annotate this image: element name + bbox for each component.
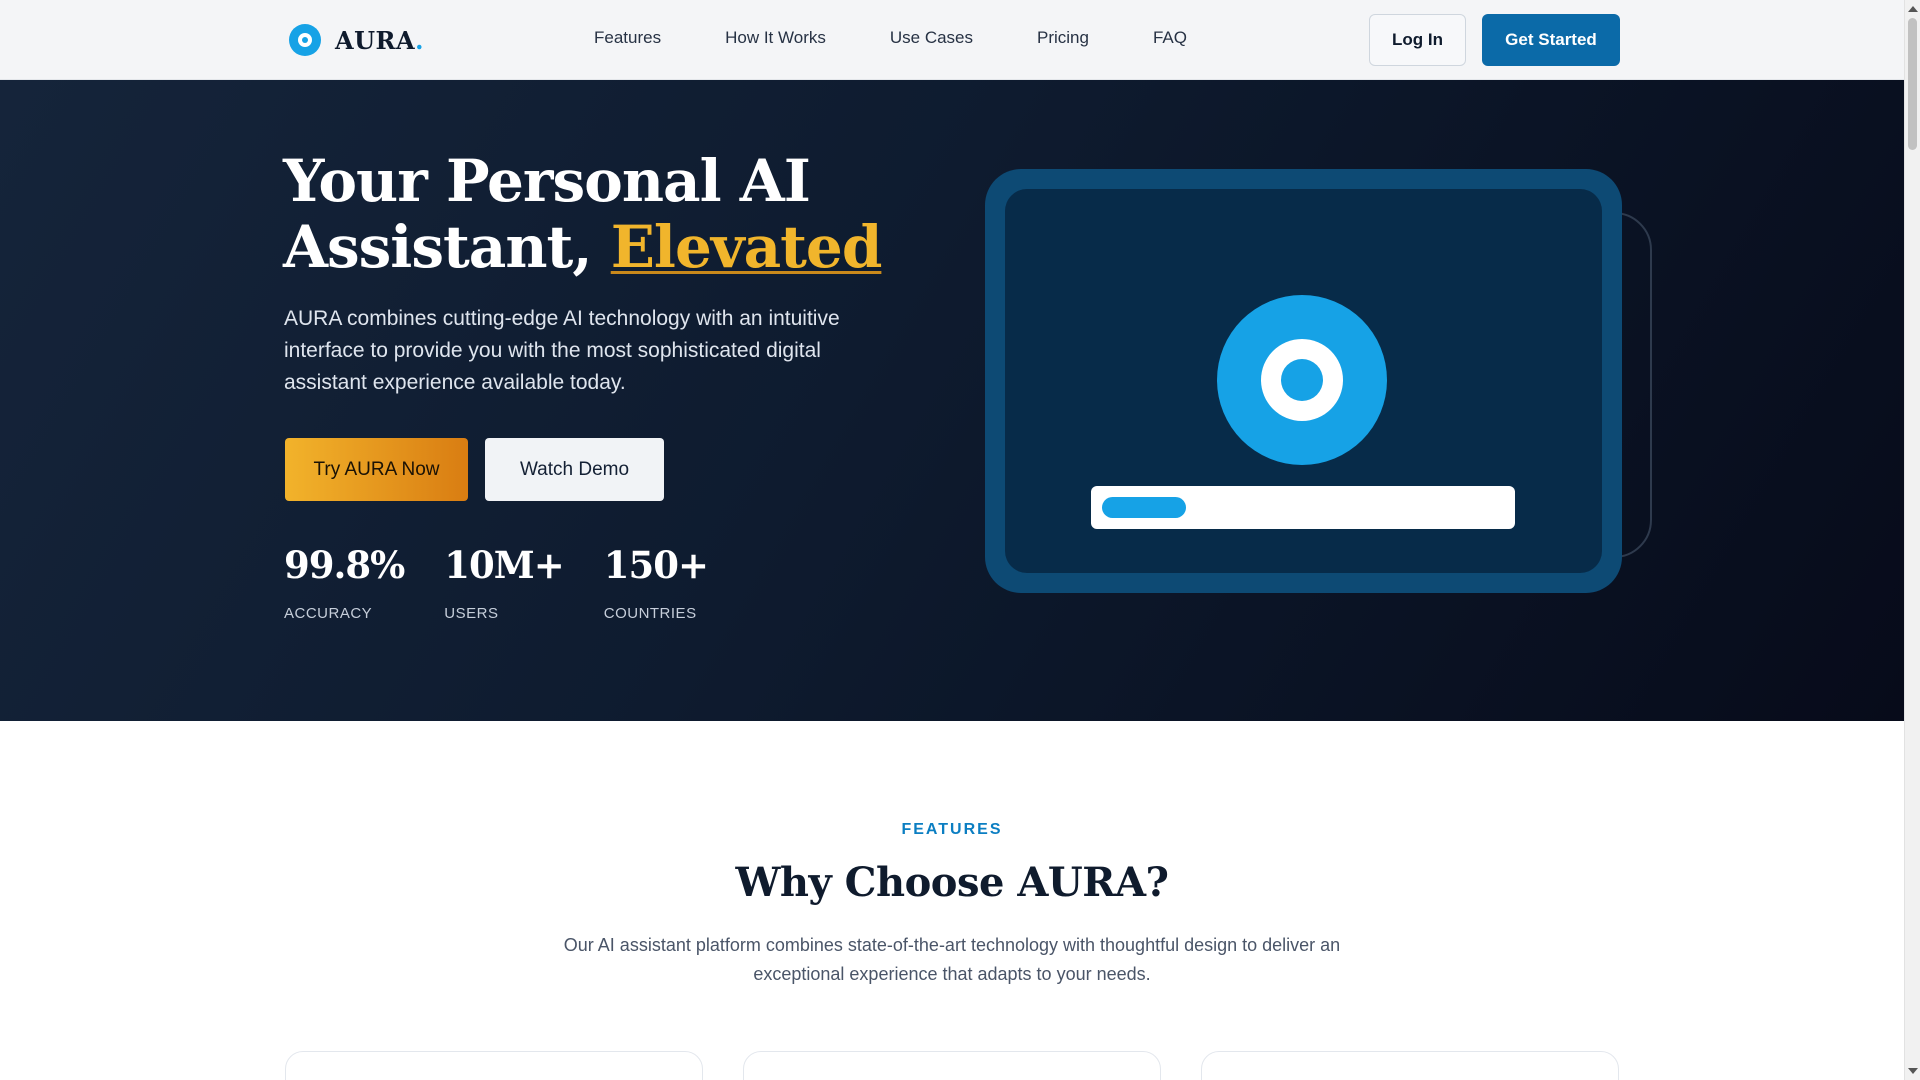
get-started-button[interactable]: Get Started [1482, 14, 1620, 66]
stat-label: ACCURACY [284, 605, 373, 622]
section-eyebrow: FEATURES [901, 821, 1003, 838]
login-button[interactable]: Log In [1369, 14, 1466, 66]
scroll-down-arrow-icon[interactable] [1908, 1068, 1918, 1074]
chat-input-illustration [1091, 486, 1515, 529]
logo-text: AURA. [335, 25, 424, 55]
features-section: FEATURES Why Choose AURA? Our AI assista… [0, 721, 1904, 1080]
hero-title-accent: Elevated [610, 213, 883, 281]
section-title: Why Choose AURA? [735, 859, 1169, 906]
nav-link-use-cases[interactable]: Use Cases [890, 28, 973, 48]
feature-card [743, 1051, 1161, 1080]
hero-description: AURA combines cutting-edge AI technology… [284, 307, 840, 394]
page: AURA. Features How It Works Use Cases Pr… [0, 0, 1904, 1080]
stat-countries: 150+ COUNTRIES [603, 543, 709, 622]
section-description: Our AI assistant platform combines state… [563, 935, 1341, 984]
scroll-up-arrow-icon[interactable] [1908, 6, 1918, 12]
nav-link-how-it-works[interactable]: How It Works [725, 28, 826, 48]
feature-card [285, 1051, 703, 1080]
main-nav: Features How It Works Use Cases Pricing … [594, 28, 1251, 48]
hero-title: Your Personal AI Assistant, Elevated [283, 147, 883, 281]
feature-card [1201, 1051, 1619, 1080]
stat-label: COUNTRIES [603, 605, 697, 622]
site-header: AURA. Features How It Works Use Cases Pr… [0, 0, 1904, 80]
stat-value: 150+ [603, 543, 709, 587]
assistant-orb-icon [1217, 295, 1387, 465]
hero-section: Your Personal AI Assistant, Elevated AUR… [0, 80, 1904, 721]
nav-link-faq[interactable]: FAQ [1153, 28, 1187, 48]
aura-logo-icon [289, 24, 321, 56]
stat-value: 10M+ [444, 543, 564, 587]
nav-link-features[interactable]: Features [594, 28, 661, 48]
nav-link-pricing[interactable]: Pricing [1037, 28, 1089, 48]
hero-device-illustration [985, 169, 1622, 593]
watch-demo-button[interactable]: Watch Demo [485, 438, 664, 501]
stat-label: USERS [444, 605, 499, 622]
stat-users: 10M+ USERS [444, 543, 564, 622]
stat-accuracy: 99.8% ACCURACY [284, 543, 405, 622]
scrollbar-thumb[interactable] [1908, 18, 1917, 150]
page-scrollbar[interactable] [1904, 0, 1920, 1080]
device-screen [1005, 189, 1602, 573]
stat-value: 99.8% [284, 543, 405, 587]
hero-stats: 99.8% ACCURACY 10M+ USERS 150+ COUNTRIES [284, 543, 748, 622]
try-aura-button[interactable]: Try AURA Now [285, 438, 468, 501]
logo[interactable]: AURA. [289, 24, 424, 56]
chat-input-pill [1102, 497, 1186, 518]
